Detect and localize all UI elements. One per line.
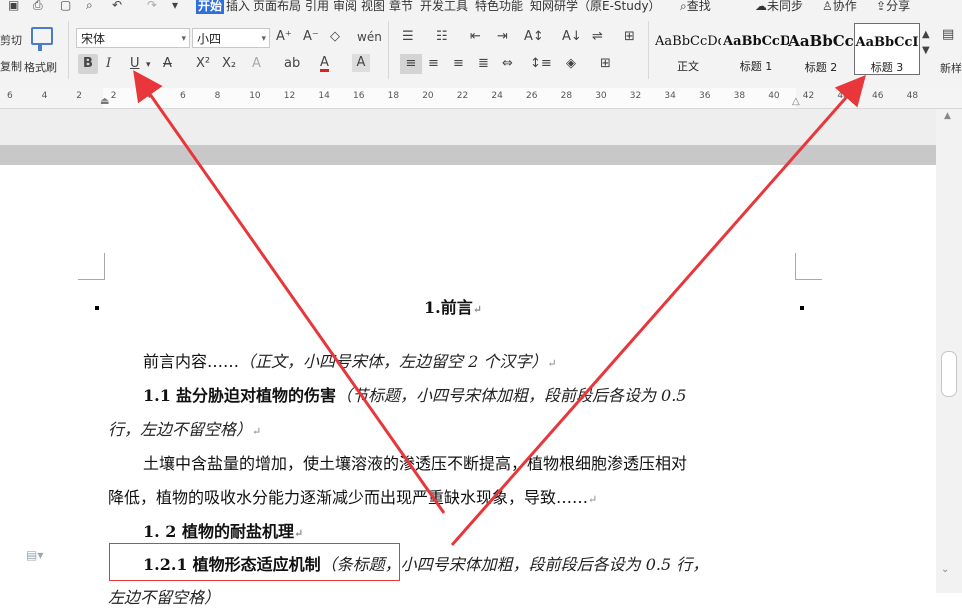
scroll-down-icon[interactable]: ⌄ (941, 564, 949, 575)
scroll-thumb[interactable] (941, 351, 957, 397)
annotation-arrows (133, 70, 866, 546)
vertical-scrollbar[interactable]: ▲ ⌄ (936, 109, 962, 593)
scroll-up-icon[interactable]: ▲ (944, 111, 951, 121)
arrow-to-bold-button (133, 70, 446, 514)
arrow-to-heading-3-style (450, 74, 866, 546)
